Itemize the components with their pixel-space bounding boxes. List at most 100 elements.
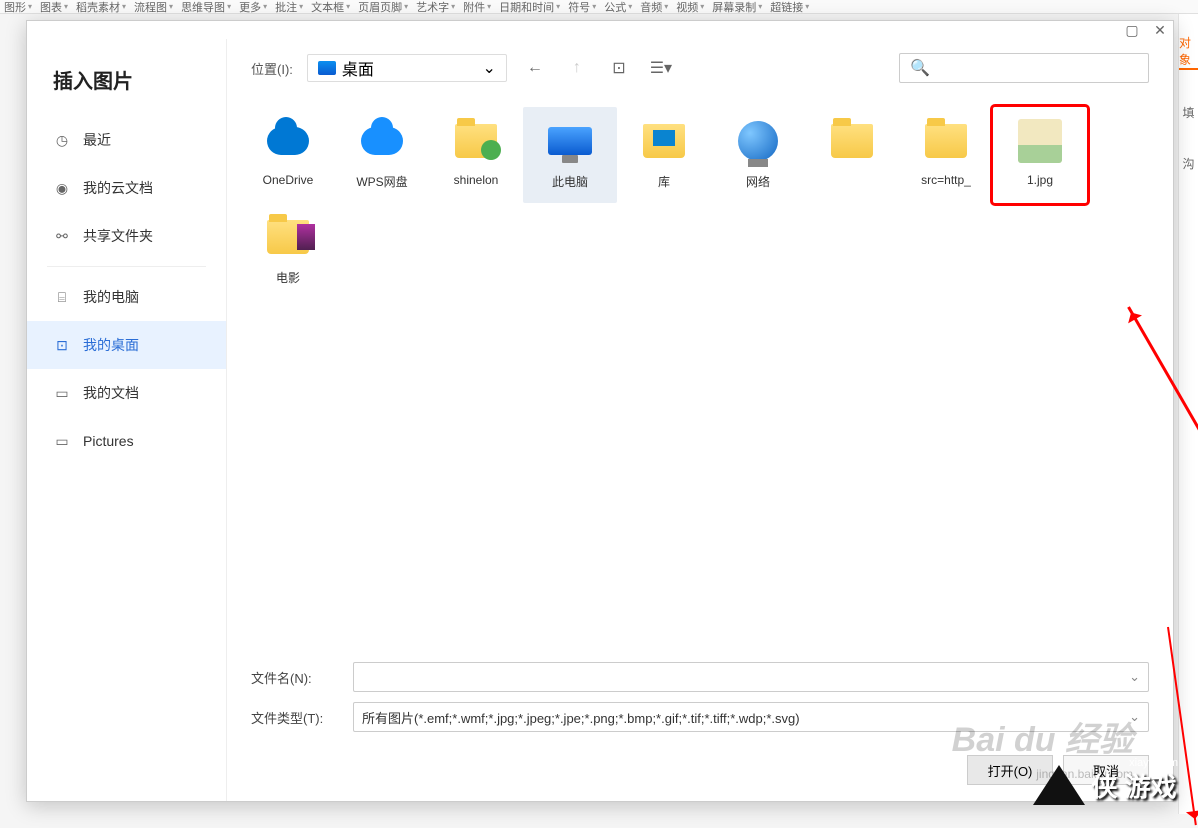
ribbon-item[interactable]: 流程图 ▾ (134, 0, 173, 15)
ribbon-item[interactable]: 符号 ▾ (568, 0, 596, 15)
ribbon-item[interactable]: 公式 ▾ (604, 0, 632, 15)
file-label: 1.jpg (998, 173, 1082, 187)
titlebar: ▢ ✕ (27, 21, 1173, 39)
file-item[interactable]: WPS网盘 (335, 107, 429, 203)
corner-text: 侠 游戏 (1091, 767, 1176, 804)
desktop-icon (318, 61, 336, 75)
ribbon-item[interactable]: 附件 ▾ (463, 0, 491, 15)
file-item[interactable]: 库 (617, 107, 711, 203)
main-panel: 位置(I): 桌面 ⌄ ← ↑ ⊡ ☰▾ 🔍 OneDrive WPS网盘 shin… (227, 39, 1173, 801)
file-grid: OneDrive WPS网盘 shinelon 此电脑库网络 src=http_ 1.jp… (227, 97, 1173, 651)
desktop-icon: ⊡ (53, 336, 71, 354)
up-button[interactable]: ↑ (563, 54, 591, 82)
file-label: 电影 (246, 269, 330, 286)
sidebar-item-label: 我的云文档 (83, 178, 153, 198)
clock-icon: ◷ (53, 131, 71, 149)
sidebar-item-recent[interactable]: ◷ 最近 (27, 116, 226, 164)
corner-logo: xiayx.com 侠 游戏 (1020, 755, 1190, 815)
location-dropdown[interactable]: 桌面 ⌄ (307, 54, 507, 82)
sidebar-item-cloud[interactable]: ◉ 我的云文档 (27, 164, 226, 212)
insert-image-dialog: ▢ ✕ 插入图片 ◷最近◉我的云文档⚯共享文件夹⌸我的电脑⊡我的桌面▭我的文档▭… (26, 20, 1174, 802)
file-item[interactable]: 网络 (711, 107, 805, 203)
ribbon-item[interactable]: 批注 ▾ (275, 0, 303, 15)
sidebar-item-label: 我的桌面 (83, 335, 139, 355)
file-type-value: 所有图片(*.emf;*.wmf;*.jpg;*.jpeg;*.jpe;*.pn… (362, 708, 800, 727)
ribbon-item[interactable]: 图表 ▾ (40, 0, 68, 15)
maximize-button[interactable]: ▢ (1125, 23, 1139, 37)
chevron-down-icon: ⌄ (482, 58, 495, 78)
search-icon: 🔍 (910, 58, 930, 78)
cloud-icon (267, 127, 309, 155)
file-item[interactable]: OneDrive (241, 107, 335, 203)
ribbon-item[interactable]: 文本框 ▾ (311, 0, 350, 15)
file-name-label: 文件名(N): (251, 668, 341, 687)
location-label: 位置(I): (251, 59, 293, 78)
file-label: WPS网盘 (340, 173, 424, 190)
sidebar-item-desk[interactable]: ⊡ 我的桌面 (27, 321, 226, 369)
location-value: 桌面 (342, 56, 374, 80)
ribbon-item[interactable]: 思维导图 ▾ (181, 0, 231, 15)
file-label: 库 (622, 173, 706, 190)
file-item[interactable]: 电影 (241, 203, 335, 299)
lib-icon (643, 124, 685, 158)
sidebar-item-label: 我的文档 (83, 383, 139, 403)
file-label: 此电脑 (528, 173, 612, 190)
ribbon-item[interactable]: 超链接 ▾ (770, 0, 809, 15)
file-item[interactable]: 1.jpg (993, 107, 1087, 203)
chevron-down-icon: ⌄ (1129, 669, 1140, 685)
sidebar-item-pics[interactable]: ▭ Pictures (27, 417, 226, 465)
file-name-input[interactable]: ⌄ (353, 662, 1149, 692)
ribbon-item[interactable]: 屏幕录制 ▾ (712, 0, 762, 15)
strip-item[interactable]: 填 (1182, 104, 1194, 121)
file-item[interactable]: 此电脑 (523, 107, 617, 203)
file-item[interactable] (805, 107, 899, 203)
search-input[interactable] (930, 61, 1138, 76)
monitor-icon: ⌸ (53, 288, 71, 306)
ribbon-item[interactable]: 页眉页脚 ▾ (358, 0, 408, 15)
ribbon-item[interactable]: 更多 ▾ (239, 0, 267, 15)
ribbon-background: 图形 ▾ 图表 ▾ 稻壳素材 ▾ 流程图 ▾ 思维导图 ▾ 更多 ▾ 批注 ▾ 文本框 ▾ 页眉… (0, 0, 1198, 14)
pc-icon (548, 127, 592, 155)
ribbon-item[interactable]: 稻壳素材 ▾ (76, 0, 126, 15)
toolbar: 位置(I): 桌面 ⌄ ← ↑ ⊡ ☰▾ 🔍 (227, 39, 1173, 97)
movie-folder-icon (267, 220, 309, 254)
ribbon-item[interactable]: 日期和时间 ▾ (499, 0, 560, 15)
ribbon-item[interactable]: 图形 ▾ (4, 0, 32, 15)
file-label: OneDrive (246, 173, 330, 187)
ribbon-item[interactable]: 艺术字 ▾ (416, 0, 455, 15)
ribbon-item[interactable]: 视频 ▾ (676, 0, 704, 15)
sidebar-item-label: 共享文件夹 (83, 226, 153, 246)
sidebar-item-pc[interactable]: ⌸ 我的电脑 (27, 273, 226, 321)
strip-item[interactable]: 对象 (1179, 34, 1198, 70)
globe-icon (738, 121, 778, 161)
file-item[interactable]: src=http_ (899, 107, 993, 203)
cloud-icon: ◉ (53, 179, 71, 197)
search-box[interactable]: 🔍 (899, 53, 1149, 83)
view-mode-button[interactable]: ☰▾ (647, 54, 675, 82)
sidebar-item-docs[interactable]: ▭ 我的文档 (27, 369, 226, 417)
ribbon-item[interactable]: 音频 ▾ (640, 0, 668, 15)
file-type-label: 文件类型(T): (251, 708, 341, 727)
sidebar-item-shared[interactable]: ⚯ 共享文件夹 (27, 212, 226, 260)
watermark: Bai du 经验 (952, 712, 1133, 761)
sidebar: 插入图片 ◷最近◉我的云文档⚯共享文件夹⌸我的电脑⊡我的桌面▭我的文档▭Pict… (27, 39, 227, 801)
file-label: 网络 (716, 173, 800, 190)
file-item[interactable]: shinelon (429, 107, 523, 203)
close-button[interactable]: ✕ (1153, 23, 1167, 37)
share-icon: ⚯ (53, 227, 71, 245)
logo-triangle-icon (1033, 765, 1085, 805)
file-label: shinelon (434, 173, 518, 187)
new-folder-button[interactable]: ⊡ (605, 54, 633, 82)
sidebar-item-label: 我的电脑 (83, 287, 139, 307)
corner-small-text: xiayx.com (1129, 757, 1178, 769)
cloud2-icon (361, 127, 403, 155)
img-icon (1018, 119, 1062, 163)
back-button[interactable]: ← (521, 54, 549, 82)
folder-icon: ▭ (53, 432, 71, 450)
folder-person-icon (455, 124, 497, 158)
sidebar-item-label: Pictures (83, 433, 134, 449)
sidebar-item-label: 最近 (83, 130, 111, 150)
folder-icon: ▭ (53, 384, 71, 402)
strip-item[interactable]: 沟 (1182, 155, 1194, 172)
file-label: src=http_ (904, 173, 988, 187)
